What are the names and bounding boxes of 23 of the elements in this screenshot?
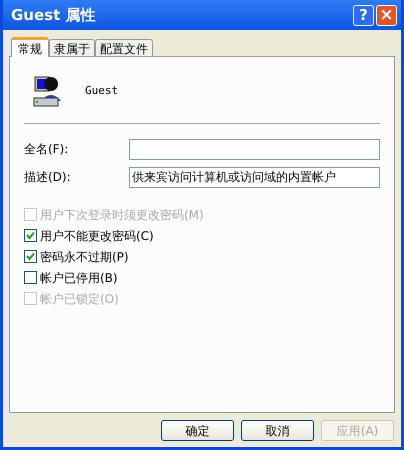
tab[interactable]: 配置文件 bbox=[95, 39, 153, 56]
text-field[interactable] bbox=[129, 138, 380, 160]
tab[interactable]: 常规 bbox=[11, 37, 49, 57]
user-name: Guest bbox=[85, 82, 118, 99]
field-label: 全名(F): bbox=[24, 141, 70, 158]
dialog-button[interactable]: 取消 bbox=[241, 420, 314, 441]
check-icon bbox=[26, 231, 35, 240]
field-label: 描述(D): bbox=[24, 169, 72, 186]
close-button[interactable]: × bbox=[376, 4, 397, 26]
check-icon bbox=[26, 252, 35, 261]
checkbox-label: 帐户已停用(B) bbox=[40, 270, 118, 286]
checkbox-label: 用户不能更改密码(C) bbox=[40, 228, 154, 244]
checkbox-label: 密码永不过期(P) bbox=[40, 248, 129, 266]
help-button[interactable]: ? bbox=[353, 4, 374, 26]
text-field[interactable]: 供来宾访问计算机或访问域的内置帐户 bbox=[129, 166, 380, 188]
checkbox-label: 帐户已锁定(O) bbox=[40, 290, 119, 308]
checkbox[interactable] bbox=[24, 250, 37, 263]
tab[interactable]: 隶属于 bbox=[49, 39, 95, 56]
checkbox[interactable] bbox=[24, 271, 37, 284]
window-title: Guest 属性 bbox=[11, 4, 96, 26]
checkbox[interactable] bbox=[24, 229, 37, 242]
checkbox-label: 用户下次登录时须更改密码(M) bbox=[40, 206, 204, 224]
dialog-button[interactable]: 确定 bbox=[161, 420, 234, 441]
